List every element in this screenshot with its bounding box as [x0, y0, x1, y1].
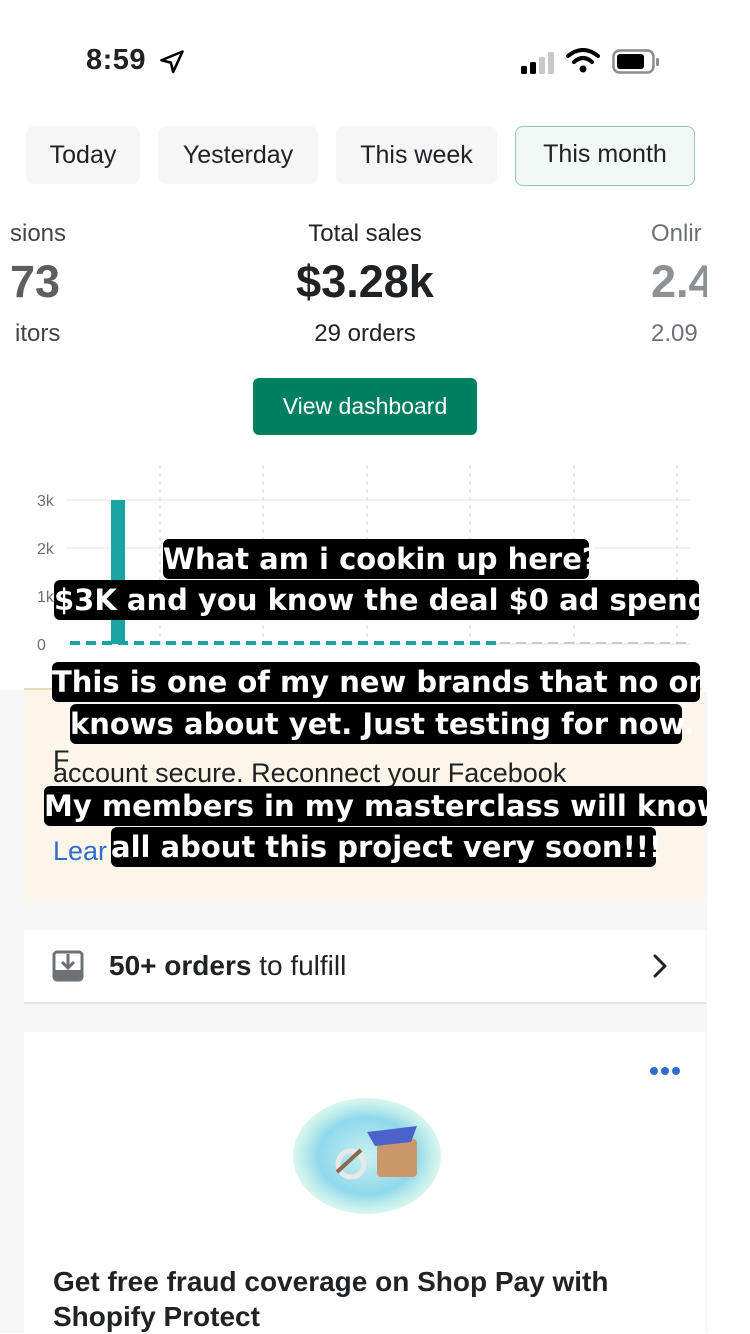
chart-y-tick: 3k — [37, 493, 55, 510]
learn-more-link[interactable]: Lear — [53, 836, 107, 867]
fulfill-box-icon — [52, 950, 84, 982]
caption-3: This is one of my new brands that no one — [52, 662, 729, 702]
caption-6: all about this project very soon!!! — [111, 827, 662, 867]
more-options-icon[interactable] — [649, 1066, 681, 1076]
tab-yesterday[interactable]: Yesterday — [158, 126, 318, 184]
cellular-signal-icon — [521, 52, 554, 74]
chevron-right-icon — [653, 954, 667, 978]
status-bar: 8:59 — [0, 0, 707, 110]
orders-count: 50+ orders — [109, 950, 252, 981]
metric-total-sales[interactable]: Total sales $3.28k 29 orders — [245, 220, 485, 348]
caption-4: knows about yet. Just testing for now. — [70, 704, 695, 744]
protect-illustration — [293, 1098, 441, 1214]
metric-sub: 29 orders — [314, 320, 416, 347]
metric-value: $3.28k — [296, 256, 434, 307]
tab-today[interactable]: Today — [26, 126, 140, 184]
orders-to-fulfill-row[interactable]: 50+ orders to fulfill — [24, 930, 706, 1004]
status-time: 8:59 — [86, 44, 147, 76]
metric-value: 73 — [10, 256, 61, 307]
battery-icon — [612, 49, 659, 74]
tab-this-week[interactable]: This week — [336, 126, 497, 184]
caption-1: What am i cookin up here? — [163, 539, 599, 579]
shopify-protect-card: Get free fraud coverage on Shop Pay with… — [24, 1032, 706, 1333]
metric-sessions[interactable]: sions 73 itors — [0, 220, 140, 348]
metric-sub: itors — [15, 320, 61, 347]
chart-y-tick: 1k — [37, 589, 55, 606]
metric-value: 2.4 — [651, 256, 707, 307]
chart-bar — [111, 500, 125, 644]
protect-title: Get free fraud coverage on Shop Pay with… — [53, 1266, 609, 1332]
orders-suffix: to fulfill — [251, 950, 347, 981]
location-arrow-icon — [160, 50, 184, 74]
chart-y-tick: 0 — [37, 637, 46, 654]
metric-label: Total sales — [308, 220, 422, 247]
chart-y-tick: 2k — [37, 541, 55, 558]
orders-text: 50+ orders to fulfill — [109, 950, 346, 982]
caption-2: $3K and you know the deal $0 ad spend. — [54, 580, 720, 620]
wifi-icon — [566, 48, 600, 73]
metric-label: Onlir — [651, 220, 702, 247]
metric-online-store[interactable]: Onlir 2.4 2.09 — [651, 220, 707, 348]
view-dashboard-button[interactable]: View dashboard — [253, 378, 477, 435]
tab-this-month[interactable]: This month — [515, 126, 695, 186]
metric-label: sions — [10, 220, 67, 247]
metric-sub: 2.09 — [651, 320, 698, 347]
caption-5: My members in my masterclass will know — [44, 786, 724, 826]
